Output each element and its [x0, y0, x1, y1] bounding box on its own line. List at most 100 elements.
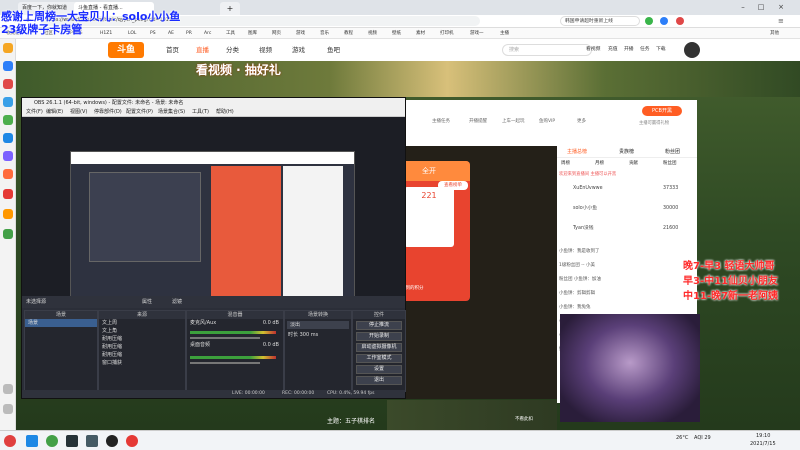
favorites-icon[interactable]	[3, 43, 13, 53]
browser-search-input[interactable]: 韩国申请超时重新上线	[560, 16, 640, 26]
obs-preview-canvas[interactable]	[70, 151, 355, 301]
windows-start-icon[interactable]	[26, 435, 38, 447]
bookmark-item[interactable]: 音乐	[320, 29, 329, 38]
menu-profile[interactable]: 配置文件(P)	[126, 108, 153, 117]
clock-date[interactable]: 2021/7/15	[750, 441, 776, 448]
obs-icon[interactable]	[106, 435, 118, 447]
weather-aqi[interactable]: AQI 29	[694, 435, 711, 442]
maximize-icon[interactable]: □	[756, 2, 766, 12]
nav-game[interactable]: 游戏	[292, 45, 305, 55]
link-download[interactable]: 下载	[656, 45, 666, 55]
clock-time[interactable]: 19:10	[756, 433, 770, 440]
app-icon[interactable]	[4, 435, 16, 447]
filters-button[interactable]: 滤镜	[172, 296, 182, 308]
app-icon[interactable]	[126, 435, 138, 447]
toolbar-item[interactable]: 主播任务	[432, 118, 450, 124]
subtab[interactable]: 粉丝团	[663, 160, 677, 166]
volume-slider[interactable]	[190, 337, 260, 339]
toolbar-item[interactable]: 鱼购VIP	[539, 118, 555, 124]
menu-scene-collection[interactable]: 场景集合(S)	[158, 108, 185, 117]
subtab[interactable]: 贡献	[629, 160, 638, 166]
source-item[interactable]: 耐用压缩	[99, 335, 185, 343]
app-icon[interactable]	[46, 435, 58, 447]
settings-icon[interactable]	[3, 384, 13, 394]
transition-select[interactable]: 淡出	[287, 321, 349, 329]
tab-noble-rank[interactable]: 贵族榜	[619, 148, 634, 155]
source-item[interactable]: 耐用压缩	[99, 343, 185, 351]
weather-temp[interactable]: 26°C	[676, 435, 688, 442]
stop-stream-button[interactable]: 停止推流	[356, 321, 402, 330]
menu-edit[interactable]: 编辑(E)	[46, 108, 63, 117]
link-watch-video[interactable]: 看视频	[586, 45, 600, 55]
bookmark-item[interactable]: 素材	[416, 29, 425, 38]
menu-view[interactable]: 视图(V)	[70, 108, 87, 117]
bookmark-item[interactable]: 打印机	[440, 29, 454, 38]
bookmark-item[interactable]: 游戏一	[470, 29, 484, 38]
toolbar-item[interactable]: 开播提醒	[469, 118, 487, 124]
app-icon[interactable]	[3, 97, 13, 107]
app-icon[interactable]	[3, 115, 13, 125]
link-start-live[interactable]: 开播	[624, 45, 634, 55]
settings-button[interactable]: 设置	[356, 365, 402, 374]
bookmark-item[interactable]: 教程	[344, 29, 353, 38]
extension-icon[interactable]	[645, 17, 653, 25]
bookmark-item[interactable]: 图库	[248, 29, 257, 38]
bookmark-item[interactable]: Arc	[204, 29, 211, 38]
promo-banner[interactable]: 看视频 · 抽好礼	[16, 61, 800, 97]
app-icon[interactable]	[3, 209, 13, 219]
menu-help[interactable]: 帮助(H)	[216, 108, 234, 117]
close-icon[interactable]: ×	[776, 2, 786, 12]
hide-button[interactable]: 不看此扣	[515, 416, 533, 422]
bookmark-item[interactable]: H1Z1	[100, 29, 112, 38]
menu-icon[interactable]: ≡	[778, 17, 786, 25]
app-icon[interactable]	[66, 435, 78, 447]
link-task[interactable]: 任务	[640, 45, 650, 55]
transition-duration[interactable]: 时长 300 ms	[285, 331, 351, 339]
menu-docks[interactable]: 停靠部件(D)	[94, 108, 122, 117]
obs-preview[interactable]	[22, 117, 405, 301]
obs-window[interactable]: OBS 26.1.1 (64-bit, windows) - 配置文件: 未命名…	[21, 97, 406, 399]
bookmark-item[interactable]: 工具	[226, 29, 235, 38]
start-recording-button[interactable]: 开始录制	[356, 332, 402, 341]
pk-button[interactable]: PCB开黑	[642, 106, 682, 116]
volume-slider[interactable]	[190, 362, 260, 364]
source-item[interactable]: 文上周	[99, 319, 185, 327]
subtab[interactable]: 周榜	[561, 160, 570, 166]
app-icon[interactable]	[3, 229, 13, 239]
site-search-input[interactable]: 搜索	[502, 44, 592, 56]
gift-rank-button[interactable]: 查看榜单	[438, 181, 468, 190]
app-icon[interactable]	[3, 169, 13, 179]
bookmark-item[interactable]: LOL	[128, 29, 136, 38]
source-item[interactable]: 文上角	[99, 327, 185, 335]
bookmark-item[interactable]: 游戏	[296, 29, 305, 38]
bookmark-item[interactable]: PR	[186, 29, 192, 38]
bookmark-item[interactable]: PS	[150, 29, 156, 38]
virtual-camera-button[interactable]: 启动虚拟摄像机	[356, 343, 402, 352]
app-icon[interactable]	[3, 79, 13, 89]
bookmark-item[interactable]: 主播	[500, 29, 509, 38]
rank-row[interactable]: Tyan没钱 21600	[559, 222, 693, 236]
exit-button[interactable]: 退出	[356, 376, 402, 385]
bookmark-item[interactable]: 网页	[272, 29, 281, 38]
extension-icon[interactable]	[676, 17, 684, 25]
tab-anchor-rank[interactable]: 主播总榜	[567, 148, 587, 155]
new-tab-button[interactable]: +	[220, 2, 240, 15]
toolbar-item[interactable]: 上车一起玩	[502, 118, 525, 124]
minimize-icon[interactable]: –	[738, 2, 748, 12]
bookmark-item[interactable]: 视频	[368, 29, 377, 38]
studio-mode-button[interactable]: 工作室模式	[356, 354, 402, 363]
add-icon[interactable]	[3, 404, 13, 414]
nav-video[interactable]: 视频	[259, 45, 272, 55]
toolbar-item[interactable]: 更多	[577, 118, 586, 124]
tab-fan-group[interactable]: 粉丝团	[665, 148, 680, 155]
menu-tools[interactable]: 工具(T)	[192, 108, 209, 117]
app-icon[interactable]	[3, 133, 13, 143]
bookmark-item[interactable]: 其他	[770, 29, 779, 38]
scene-item[interactable]: 场景	[25, 319, 97, 327]
rank-row[interactable]: solo小小鱼 30000	[559, 202, 693, 216]
properties-button[interactable]: 属性	[142, 296, 152, 308]
avatar[interactable]	[684, 42, 700, 58]
extension-icon[interactable]	[660, 17, 668, 25]
source-item[interactable]: 窗口捕获	[99, 359, 185, 367]
nav-category[interactable]: 分类	[226, 45, 239, 55]
